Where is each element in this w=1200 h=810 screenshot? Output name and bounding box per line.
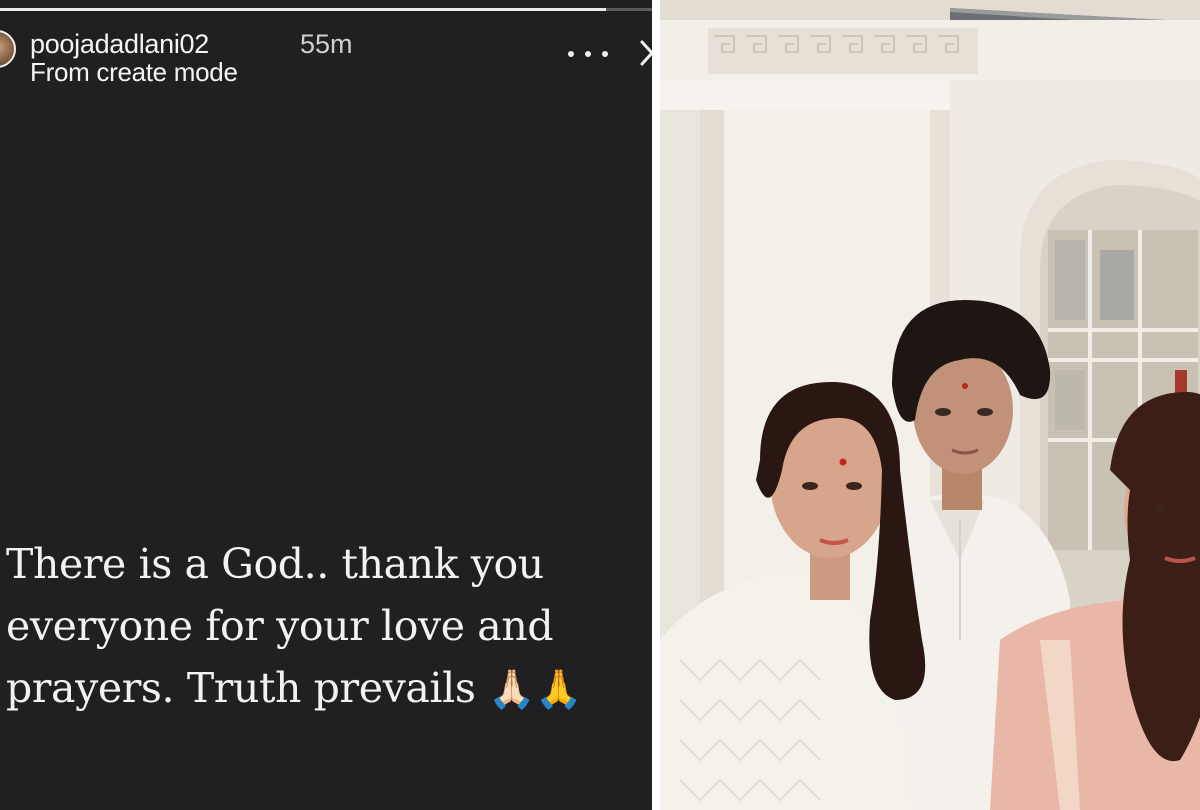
story-text-line: prayers. Truth prevails 🙏🏻🙏 <box>6 664 582 712</box>
instagram-story-panel: poojadadlani02 55m From create mode Ther… <box>0 0 652 810</box>
close-button[interactable] <box>636 36 652 70</box>
username-link[interactable]: poojadadlani02 <box>30 29 209 60</box>
photo-panel <box>660 0 1200 810</box>
folded-hands-emoji: 🙏🏻🙏 <box>488 667 582 711</box>
close-icon <box>640 40 652 66</box>
story-subtitle: From create mode <box>30 57 238 87</box>
story-text-line: everyone for your love and <box>6 602 554 650</box>
more-horizontal-icon <box>568 51 574 57</box>
story-progress-bar <box>0 8 652 11</box>
more-options-button[interactable] <box>568 44 608 64</box>
story-progress-fill <box>0 8 607 11</box>
panel-divider <box>652 0 660 810</box>
story-text-line: There is a God.. thank you <box>6 540 544 588</box>
story-header: poojadadlani02 55m From create mode <box>0 24 652 87</box>
post-timestamp: 55m <box>300 29 353 59</box>
story-text: There is a God.. thank you everyone for … <box>6 533 646 720</box>
group-photo-image <box>660 0 1200 810</box>
avatar[interactable] <box>0 30 16 68</box>
